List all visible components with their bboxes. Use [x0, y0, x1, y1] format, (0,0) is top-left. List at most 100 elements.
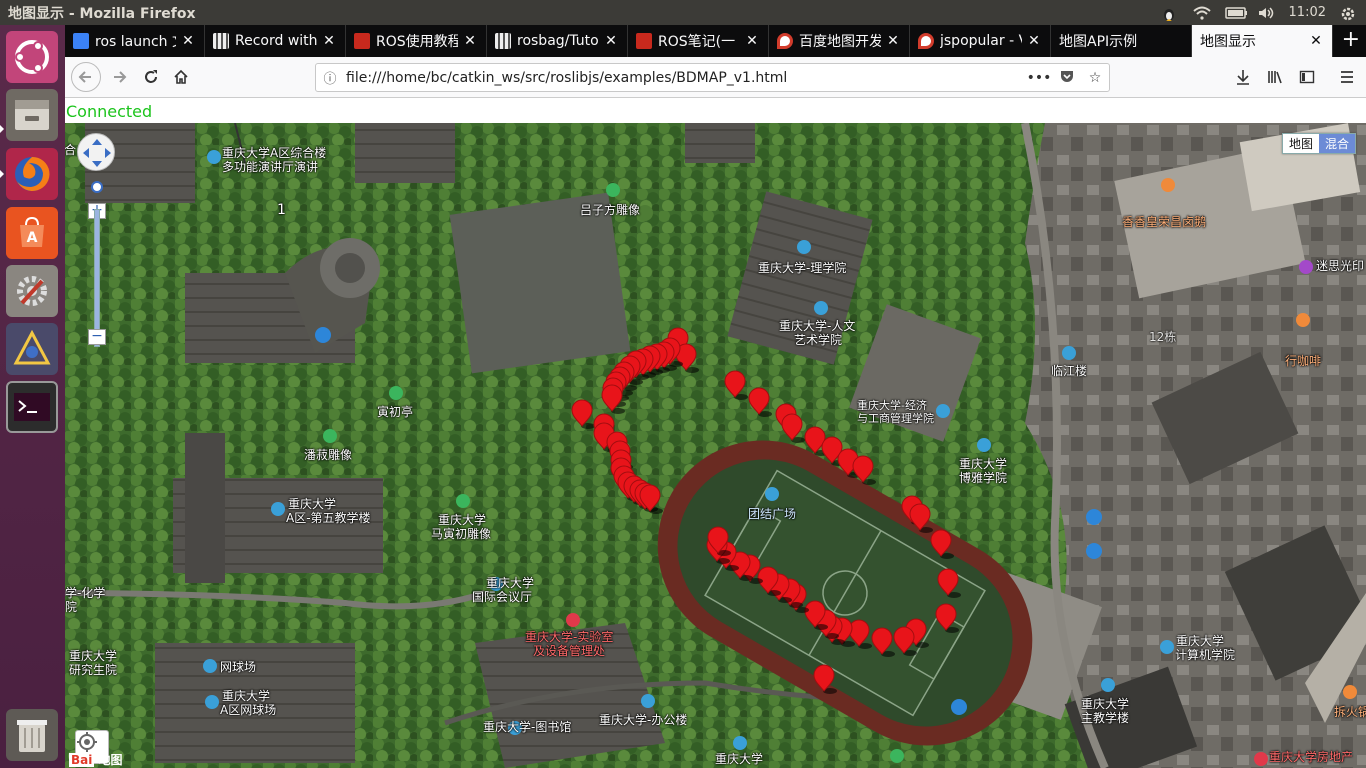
tab-baidu-map-dev[interactable]: 百度地图开发 ✕ — [769, 25, 910, 57]
map-label: 重庆大学 — [959, 457, 1008, 471]
close-tab-icon[interactable]: ✕ — [1308, 33, 1324, 49]
tab-ros-launch[interactable]: ros launch 文 ✕ — [65, 25, 205, 57]
bookmark-star-icon[interactable]: ☆ — [1081, 70, 1109, 86]
map-label: 及设备管理处 — [533, 644, 606, 658]
pocket-icon[interactable] — [1053, 69, 1081, 87]
map-label: 寅初亭 — [377, 405, 414, 419]
wifi-icon[interactable] — [1192, 6, 1211, 20]
terminal-icon[interactable] — [6, 381, 58, 433]
close-tab-icon[interactable]: ✕ — [744, 33, 760, 49]
ubuntu-dash-icon[interactable] — [6, 31, 58, 83]
map-label: 重庆大学 — [288, 497, 337, 511]
trash-icon[interactable] — [6, 709, 58, 761]
close-tab-icon[interactable]: ✕ — [603, 33, 619, 49]
tab-map-display[interactable]: 地图显示 ✕ — [1192, 25, 1333, 57]
baidu-logo-mark: Bai — [69, 753, 95, 767]
software-center-icon[interactable]: A — [6, 207, 58, 259]
window-title: 地图显示 - Mozilla Firefox — [8, 5, 196, 22]
map-label: 重庆大学 — [69, 649, 118, 663]
map-label: 重庆大学房地产 — [1269, 750, 1354, 764]
map-label: 主教学楼 — [1081, 711, 1130, 725]
tab-ros-notes[interactable]: ROS笔记(一 ✕ — [628, 25, 769, 57]
tab-ros-tutorial[interactable]: ROS使用教程 ✕ — [346, 25, 487, 57]
navigation-toolbar: ⓘ file:///home/bc/catkin_ws/src/roslibjs… — [65, 57, 1366, 98]
menu-hamburger-icon[interactable] — [1333, 63, 1361, 91]
crosshair-icon — [77, 732, 97, 752]
map-label: 香香皇荣昌卤鹅 — [1122, 215, 1207, 229]
map-label: 重庆大学A区综合楼 — [222, 146, 327, 160]
tab-jspopular[interactable]: jspopular - V ✕ — [910, 25, 1051, 57]
close-tab-icon[interactable]: ✕ — [321, 33, 337, 49]
page-content: Connected 重庆大学A区综合楼 多功能演讲厅演讲 合 1 吕子方雕像 重… — [65, 98, 1366, 768]
url-bar[interactable]: ⓘ file:///home/bc/catkin_ws/src/roslibjs… — [315, 63, 1110, 92]
info-icon[interactable]: ⓘ — [316, 68, 344, 87]
pan-control[interactable] — [77, 133, 115, 171]
map-label: 迷思光印 — [1316, 259, 1365, 273]
back-button[interactable] — [71, 62, 101, 92]
connection-status: Connected — [66, 102, 153, 121]
map-label: 12栋 — [1149, 330, 1177, 344]
top-panel: 地图显示 - Mozilla Firefox 11:02 — [0, 0, 1366, 25]
close-tab-icon[interactable]: ✕ — [1026, 33, 1042, 49]
tab-label: Record with r — [235, 33, 317, 49]
forward-button[interactable] — [105, 63, 133, 91]
map-pin-favicon-icon — [918, 33, 934, 49]
volume-icon[interactable] — [1257, 6, 1275, 20]
downloads-icon[interactable] — [1229, 63, 1257, 91]
map-label: 1 — [277, 202, 286, 218]
tab-label: 地图API示例 — [1059, 34, 1138, 50]
rviz-icon[interactable] — [6, 323, 58, 375]
tab-bar: ros launch 文 ✕ Record with r ✕ ROS使用教程 ✕… — [65, 25, 1366, 57]
map-label: 艺术学院 — [794, 333, 843, 347]
page-actions-icon[interactable]: ••• — [1025, 70, 1053, 86]
url-text[interactable]: file:///home/bc/catkin_ws/src/roslibjs/e… — [344, 70, 1025, 86]
zoom-slider[interactable] — [94, 209, 100, 347]
map-label: 拆火锅 — [1334, 705, 1366, 719]
zoom-out-button[interactable]: − — [88, 329, 106, 345]
tab-label: rosbag/Tuto — [517, 33, 599, 49]
svg-text:A: A — [27, 230, 38, 246]
map-label: 重庆大学 — [486, 576, 535, 590]
power-gear-icon[interactable] — [1340, 6, 1358, 20]
library-icon[interactable] — [1261, 63, 1289, 91]
favicon-icon — [636, 33, 652, 49]
reload-button[interactable] — [137, 63, 165, 91]
close-tab-icon[interactable]: ✕ — [180, 33, 196, 49]
map-label: 团结广场 — [748, 507, 797, 521]
map-label: 临江楼 — [1051, 364, 1088, 378]
baidu-map[interactable]: 重庆大学A区综合楼 多功能演讲厅演讲 合 1 吕子方雕像 重庆大学-理学院 重庆… — [65, 123, 1366, 768]
files-icon[interactable] — [6, 89, 58, 141]
tab-map-api-example[interactable]: 地图API示例 — [1051, 25, 1192, 57]
map-label: 重庆大学 — [1176, 634, 1225, 648]
map-label: 重庆大学-人文 — [779, 319, 856, 333]
tab-rosbag-tutorial[interactable]: rosbag/Tuto ✕ — [487, 25, 628, 57]
favicon-icon — [495, 33, 511, 49]
map-label: 与工商管理学院 — [857, 412, 934, 425]
map-label: 重庆大学-图书馆 — [483, 720, 572, 734]
map-label: 重庆大学 — [438, 513, 487, 527]
map-type-normal-button[interactable]: 地图 — [1282, 134, 1319, 153]
map-label: 博雅学院 — [959, 471, 1008, 485]
battery-icon[interactable] — [1224, 6, 1247, 20]
tab-label: 地图显示 — [1200, 34, 1256, 50]
settings-icon[interactable] — [6, 265, 58, 317]
clock[interactable]: 11:02 — [1289, 5, 1326, 20]
new-tab-button[interactable]: + — [1342, 27, 1360, 52]
running-indicator — [0, 125, 4, 133]
home-button[interactable] — [167, 63, 195, 91]
favicon-icon — [213, 33, 229, 49]
map-label: A区网球场 — [220, 703, 277, 717]
map-type-hybrid-button[interactable]: 混合 — [1318, 134, 1355, 153]
map-label: 多功能演讲厅演讲 — [222, 160, 319, 174]
tab-record-with[interactable]: Record with r ✕ — [205, 25, 346, 57]
map-label: 研究生院 — [69, 663, 118, 677]
tab-label: jspopular - V — [940, 33, 1022, 49]
firefox-icon[interactable] — [6, 148, 58, 200]
penguin-icon[interactable] — [1161, 6, 1179, 21]
locate-dot-icon[interactable] — [91, 181, 103, 193]
map-label: 重庆大学 — [1081, 697, 1130, 711]
baidu-logo: Bai 地图 — [69, 753, 123, 767]
sidebar-icon[interactable] — [1293, 63, 1321, 91]
close-tab-icon[interactable]: ✕ — [462, 33, 478, 49]
close-tab-icon[interactable]: ✕ — [885, 33, 901, 49]
